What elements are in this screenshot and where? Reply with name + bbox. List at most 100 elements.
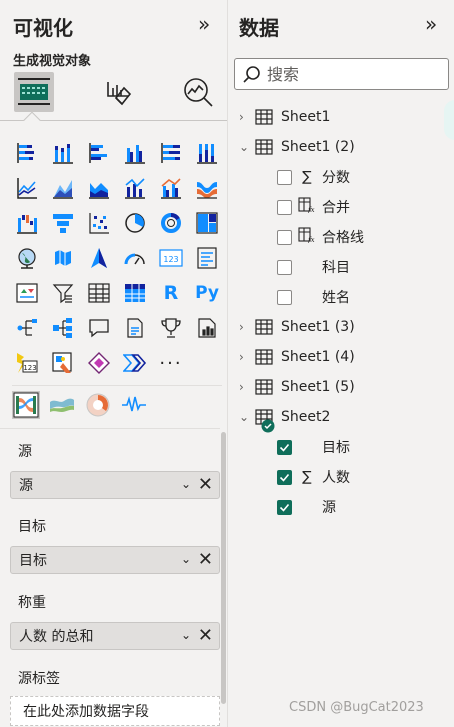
- search-box[interactable]: [234, 58, 449, 90]
- chevron-right-icon[interactable]: ›: [239, 110, 251, 124]
- waterfall-chart-icon[interactable]: [14, 210, 40, 236]
- goals-trophy-icon[interactable]: [158, 315, 184, 341]
- filled-map-icon[interactable]: [50, 245, 76, 271]
- table-icon: [255, 139, 273, 155]
- power-apps-visual-icon[interactable]: 123: [14, 350, 40, 376]
- r-script-visual-icon[interactable]: R: [158, 280, 184, 306]
- table-sheet1-4[interactable]: › Sheet1 (4): [239, 344, 355, 370]
- line-chart-icon[interactable]: [14, 175, 40, 201]
- table-name: Sheet1: [281, 109, 331, 125]
- decomposition-tree-icon[interactable]: [50, 315, 76, 341]
- table-sheet1-5[interactable]: › Sheet1 (5): [239, 374, 355, 400]
- chevron-down-icon[interactable]: ⌄: [239, 410, 251, 424]
- table-visual-icon[interactable]: [86, 280, 112, 306]
- clustered-column-chart-icon[interactable]: [122, 140, 148, 166]
- sankey-chart-icon[interactable]: [12, 391, 40, 419]
- field-checkbox[interactable]: [277, 289, 292, 305]
- table-sheet1-2[interactable]: ⌄ Sheet1 (2): [239, 134, 355, 160]
- field-checkbox[interactable]: [277, 259, 292, 275]
- field-row[interactable]: fx 合格线: [277, 224, 364, 250]
- clustered-bar-chart-icon[interactable]: [86, 140, 112, 166]
- table-sheet2[interactable]: ⌄ Sheet2: [239, 404, 330, 433]
- funnel-chart-icon[interactable]: [50, 210, 76, 236]
- power-automate-visual-icon[interactable]: [50, 350, 76, 376]
- slicer-icon[interactable]: [50, 280, 76, 306]
- card-icon[interactable]: 123: [158, 245, 184, 271]
- line-and-clustered-column-chart-icon[interactable]: [158, 175, 184, 201]
- close-icon[interactable]: ✕: [198, 549, 213, 570]
- weight-well-field[interactable]: 人数 的总和 ⌄ ✕: [10, 622, 220, 650]
- pulse-chart-icon[interactable]: [120, 391, 148, 419]
- field-row[interactable]: 源: [277, 494, 336, 520]
- source-label-drop-zone[interactable]: 在此处添加数据字段: [10, 696, 220, 726]
- multi-row-card-icon[interactable]: [194, 245, 220, 271]
- field-checkbox[interactable]: [277, 199, 292, 215]
- field-checkbox-checked[interactable]: [277, 499, 292, 515]
- calculated-column-icon: fx: [298, 227, 316, 247]
- field-row[interactable]: ∑ 人数: [277, 464, 350, 490]
- stream-graph-icon[interactable]: [48, 391, 76, 419]
- chevron-down-icon[interactable]: ⌄: [181, 628, 191, 642]
- source-well-field[interactable]: 源 ⌄ ✕: [10, 471, 220, 499]
- field-checkbox-checked[interactable]: [277, 469, 292, 485]
- table-sheet1[interactable]: › Sheet1: [239, 104, 330, 130]
- chevron-right-icon[interactable]: ›: [239, 320, 251, 334]
- close-icon[interactable]: ✕: [198, 625, 213, 646]
- close-icon[interactable]: ✕: [198, 474, 213, 495]
- azure-map-icon[interactable]: [86, 245, 112, 271]
- map-icon[interactable]: [14, 245, 40, 271]
- stacked-column-chart-icon[interactable]: [50, 140, 76, 166]
- treemap-icon[interactable]: [194, 210, 220, 236]
- table-sheet1-3[interactable]: › Sheet1 (3): [239, 314, 355, 340]
- stacked-bar-chart-icon[interactable]: [14, 140, 40, 166]
- power-apps-diamond-icon[interactable]: [86, 350, 112, 376]
- target-well-value: 目标: [19, 553, 47, 569]
- field-row[interactable]: 姓名: [277, 284, 350, 310]
- key-influencers-icon[interactable]: [14, 315, 40, 341]
- double-chevron-right-icon[interactable]: »: [425, 12, 437, 36]
- scatter-chart-icon[interactable]: [86, 210, 112, 236]
- field-checkbox[interactable]: [277, 169, 292, 185]
- build-visual-icon[interactable]: [14, 72, 54, 112]
- 100-stacked-column-chart-icon[interactable]: [194, 140, 220, 166]
- kpi-icon[interactable]: [14, 280, 40, 306]
- paginated-report-icon[interactable]: [194, 315, 220, 341]
- search-input[interactable]: [267, 64, 437, 84]
- gauge-icon[interactable]: [122, 245, 148, 271]
- more-visuals-icon[interactable]: ···: [158, 350, 184, 376]
- visualizations-pane: 可视化 » 生成视觉对象 123 R Py 123 ··· 源 源 ⌄ ✕ 目标…: [0, 0, 228, 727]
- radial-gauge-icon[interactable]: [84, 391, 112, 419]
- matrix-icon[interactable]: [122, 280, 148, 306]
- donut-chart-icon[interactable]: [158, 210, 184, 236]
- line-and-stacked-column-chart-icon[interactable]: [122, 175, 148, 201]
- field-checkbox-checked[interactable]: [277, 439, 292, 455]
- field-row[interactable]: fx 合并: [277, 194, 350, 220]
- pane-edge-tab[interactable]: [444, 100, 454, 140]
- chevron-down-icon[interactable]: ⌄: [181, 477, 191, 491]
- double-chevron-right-icon[interactable]: »: [198, 12, 210, 36]
- 100-stacked-bar-chart-icon[interactable]: [158, 140, 184, 166]
- chevron-right-icon[interactable]: ›: [239, 350, 251, 364]
- area-chart-icon[interactable]: [50, 175, 76, 201]
- field-row[interactable]: ∑ 分数: [277, 164, 350, 190]
- smart-narrative-icon[interactable]: [122, 315, 148, 341]
- target-well-field[interactable]: 目标 ⌄ ✕: [10, 546, 220, 574]
- chevron-down-icon[interactable]: ⌄: [181, 552, 191, 566]
- wells-scrollbar[interactable]: [221, 432, 226, 704]
- stacked-area-chart-icon[interactable]: [86, 175, 112, 201]
- chevron-down-icon[interactable]: ⌄: [239, 140, 251, 154]
- field-row[interactable]: 目标: [277, 434, 350, 460]
- format-visual-icon[interactable]: [98, 72, 138, 112]
- table-name: Sheet1 (5): [281, 379, 355, 395]
- python-visual-icon[interactable]: Py: [194, 280, 220, 306]
- pie-chart-icon[interactable]: [122, 210, 148, 236]
- chevron-right-icon[interactable]: ›: [239, 380, 251, 394]
- qna-visual-icon[interactable]: [86, 315, 112, 341]
- field-checkbox[interactable]: [277, 229, 292, 245]
- table-icon: [255, 349, 273, 365]
- ribbon-chart-icon[interactable]: [194, 175, 220, 201]
- analytics-icon[interactable]: [178, 72, 218, 112]
- field-row[interactable]: 科目: [277, 254, 350, 280]
- power-automate-flow-icon[interactable]: [122, 350, 148, 376]
- target-well-label: 目标: [18, 519, 46, 535]
